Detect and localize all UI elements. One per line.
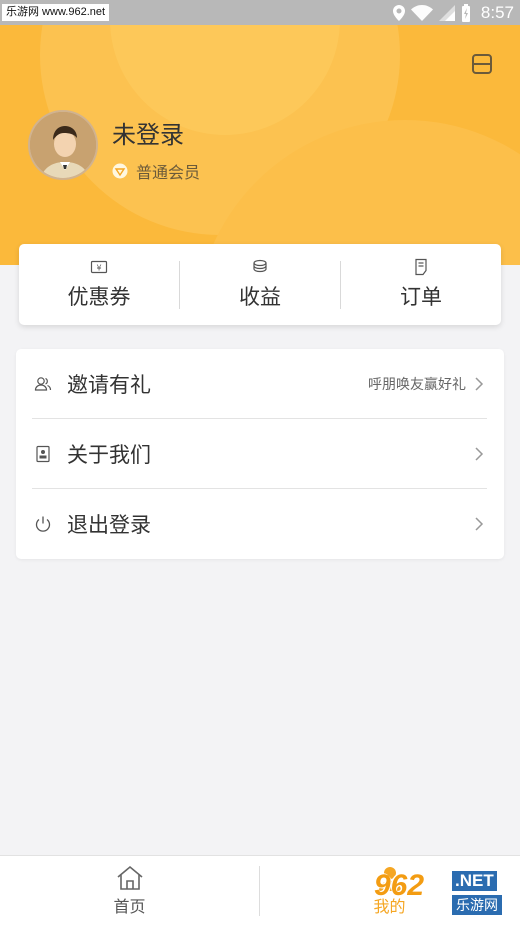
watermark-logo: 962 .NET 乐游网 — [374, 865, 514, 923]
menu-item-logout[interactable]: 退出登录 — [16, 489, 504, 559]
watermark-site: 乐游网 — [452, 895, 502, 915]
menu-item-label: 关于我们 — [67, 443, 151, 467]
about-icon — [36, 445, 50, 463]
menu-item-about[interactable]: 关于我们 — [16, 419, 504, 489]
signal-icon — [438, 4, 455, 21]
member-badge-icon — [112, 163, 128, 179]
chevron-right-icon — [475, 377, 484, 391]
power-icon — [35, 516, 51, 532]
status-bar: 乐游网 www.962.net 8:57 — [0, 0, 520, 25]
order-icon — [415, 258, 427, 276]
svg-text:¥: ¥ — [96, 264, 101, 273]
stat-label: 收益 — [239, 285, 281, 309]
profile-header: 未登录 普通会员 — [0, 25, 520, 265]
chevron-right-icon — [475, 447, 484, 461]
avatar[interactable] — [28, 110, 98, 180]
tab-bar: 首页 我的 962 .NET 乐游网 — [0, 855, 520, 925]
coins-icon — [253, 259, 267, 273]
tab-home[interactable]: 首页 — [0, 856, 259, 925]
member-level-label: 普通会员 — [136, 163, 201, 182]
wifi-icon — [410, 4, 433, 21]
location-icon — [392, 4, 405, 21]
watermark-label: 乐游网 www.962.net — [2, 4, 110, 21]
chevron-right-icon — [475, 517, 484, 531]
stat-coupon[interactable]: ¥ 优惠券 — [19, 244, 179, 325]
home-icon — [116, 865, 143, 890]
tab-label: 首页 — [113, 897, 146, 916]
stat-label: 优惠券 — [67, 285, 131, 309]
stat-label: 订单 — [400, 285, 442, 309]
battery-charging-icon — [461, 3, 470, 22]
menu-list: 邀请有礼 呼朋唤友赢好礼 关于我们 退出登录 — [16, 349, 504, 559]
member-level: 普通会员 — [112, 159, 200, 183]
stat-earnings[interactable]: 收益 — [180, 244, 340, 325]
username[interactable]: 未登录 — [112, 115, 184, 150]
stats-card: ¥ 优惠券 收益 订单 — [19, 244, 501, 325]
scan-icon[interactable] — [470, 52, 494, 76]
watermark-brand: 962 — [374, 869, 425, 902]
menu-item-label: 邀请有礼 — [67, 373, 151, 397]
menu-item-label: 退出登录 — [67, 513, 151, 537]
menu-item-hint: 呼朋唤友赢好礼 — [368, 377, 466, 393]
watermark-suffix: .NET — [452, 871, 497, 891]
stat-orders[interactable]: 订单 — [341, 244, 501, 325]
coupon-icon: ¥ — [90, 260, 108, 274]
status-icons: 8:57 — [392, 0, 514, 25]
users-icon — [34, 377, 52, 391]
menu-item-invite[interactable]: 邀请有礼 呼朋唤友赢好礼 — [16, 349, 504, 419]
clock: 8:57 — [480, 2, 514, 22]
